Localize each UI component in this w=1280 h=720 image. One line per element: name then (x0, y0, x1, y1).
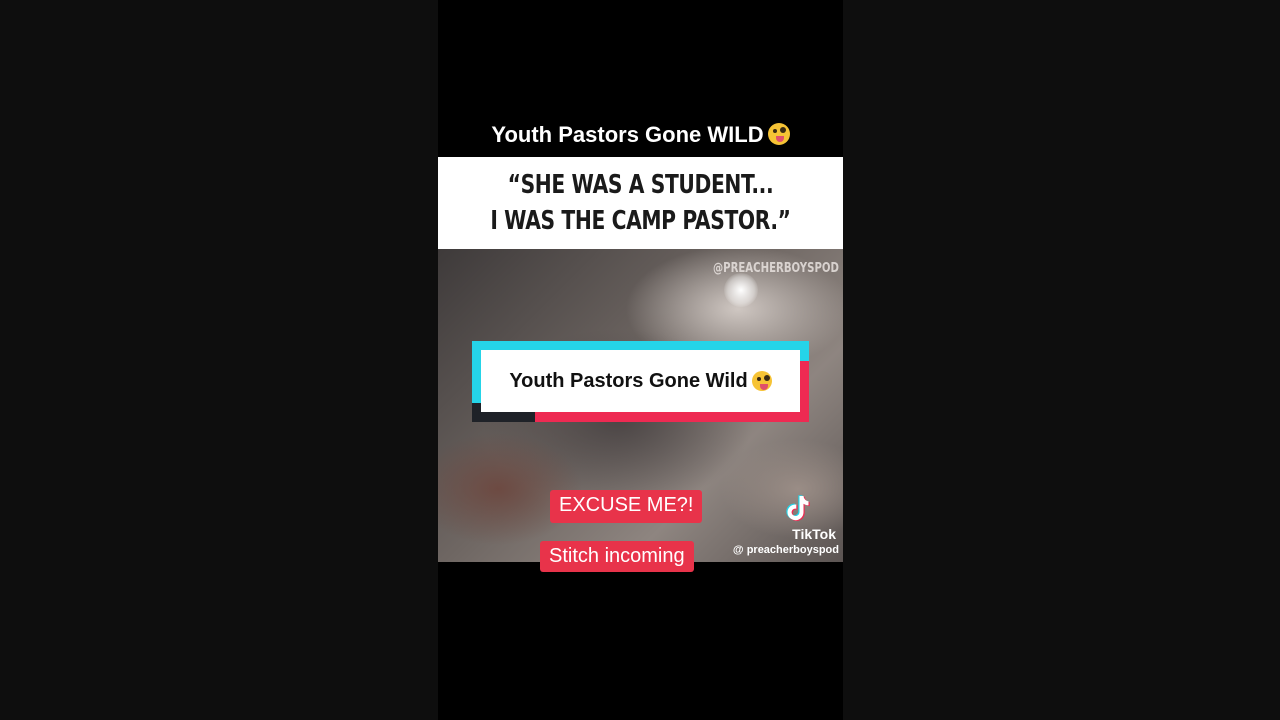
card-white-layer: Youth Pastors Gone Wild (481, 350, 800, 412)
blurred-light (724, 273, 758, 307)
video-player[interactable]: Youth Pastors Gone WILD “SHE WAS A STUDE… (438, 0, 843, 720)
quote-text: “SHE WAS A STUDENT... I WAS THE CAMP PAS… (490, 170, 791, 236)
caption-excuse-me: EXCUSE ME?! (550, 490, 703, 523)
screen: Youth Pastors Gone WILD “SHE WAS A STUDE… (0, 0, 1280, 720)
zany-face-icon (767, 123, 790, 145)
stitch-title-card: Youth Pastors Gone Wild (472, 341, 809, 422)
stitch-card-title: Youth Pastors Gone Wild (509, 369, 748, 392)
caption-stitch-incoming: Stitch incoming (540, 541, 694, 572)
tiktok-handle-label: @ preacherboyspod (732, 544, 839, 556)
tiktok-brand-label: TikTok (792, 526, 836, 542)
quote-banner: “SHE WAS A STUDENT... I WAS THE CAMP PAS… (438, 157, 843, 249)
zany-face-icon (751, 371, 772, 391)
video-title-text: Youth Pastors Gone WILD (491, 122, 764, 147)
tiktok-watermark: TikTok @ preacherboyspod (724, 492, 843, 562)
video-title: Youth Pastors Gone WILD (438, 122, 843, 148)
watermark-text: @PREACHERBOYSPOD (713, 261, 839, 276)
tiktok-logo-icon (786, 495, 810, 521)
